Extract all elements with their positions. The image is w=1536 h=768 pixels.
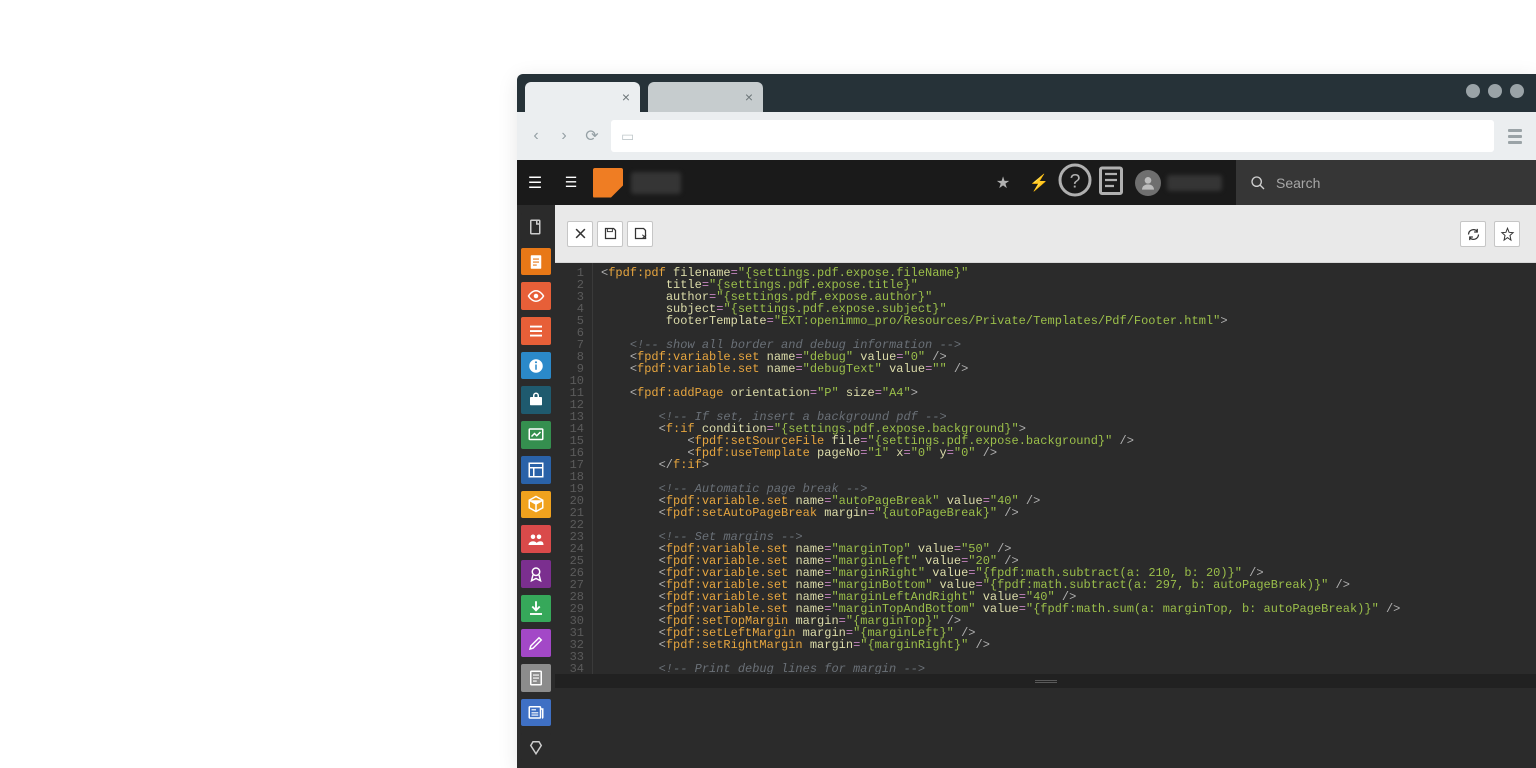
menu-toggle-button[interactable]: ☰ <box>517 173 553 193</box>
sidebar-item-tools[interactable] <box>521 386 551 414</box>
clipboard-icon[interactable] <box>1093 162 1129 203</box>
close-button[interactable] <box>567 221 593 247</box>
code-line[interactable]: <fpdf:setAutoPageBreak margin="{autoPage… <box>601 507 1400 519</box>
browser-tab-inactive[interactable]: × <box>648 82 763 112</box>
code-content[interactable]: <fpdf:pdf filename="{settings.pdf.expose… <box>593 263 1400 674</box>
window-min-icon[interactable] <box>1466 84 1480 98</box>
sidebar-item-download[interactable] <box>521 595 551 623</box>
back-button[interactable]: ‹ <box>527 127 545 145</box>
sidebar-item-edit[interactable] <box>521 629 551 657</box>
browser-tabstrip: × × <box>517 74 1536 112</box>
typo3-logo-icon <box>593 168 623 198</box>
code-line[interactable]: footerTemplate="EXT:openimmo_pro/Resourc… <box>601 315 1400 327</box>
line-gutter: 1234567891011121314151617181920212223242… <box>555 263 593 674</box>
code-line[interactable]: <!-- Print debug lines for margin --> <box>601 663 1400 674</box>
layout-icon <box>527 461 545 479</box>
sidebar-item-doc[interactable] <box>521 664 551 692</box>
sidebar-item-badge[interactable] <box>521 560 551 588</box>
reload-button[interactable]: ⟳ <box>583 126 601 146</box>
sidebar-item-view[interactable] <box>521 282 551 310</box>
save-button[interactable] <box>597 221 623 247</box>
code-line[interactable]: <fpdf:setRightMargin margin="{marginRigh… <box>601 639 1400 651</box>
tools-icon <box>527 391 545 409</box>
badge-icon <box>527 565 545 583</box>
bookmark-button[interactable] <box>1494 221 1520 247</box>
sidebar-item-chart[interactable] <box>521 421 551 449</box>
user-name <box>1167 175 1222 191</box>
app-body: 1234567891011121314151617181920212223242… <box>517 205 1536 768</box>
file-icon <box>527 218 545 236</box>
app-header: ☰ ☰ ★ ⚡ ? <box>517 160 1536 205</box>
content-area: 1234567891011121314151617181920212223242… <box>555 205 1536 768</box>
sidebar-item-file[interactable] <box>521 213 551 241</box>
module-sidebar <box>517 205 555 768</box>
sidebar-item-news[interactable] <box>521 699 551 727</box>
edit-icon <box>527 634 545 652</box>
sidebar-item-users[interactable] <box>521 525 551 553</box>
help-icon[interactable]: ? <box>1057 162 1093 203</box>
svg-text:?: ? <box>1070 171 1081 193</box>
editor-toolbar <box>555 205 1536 263</box>
search-icon <box>1250 175 1266 191</box>
window-controls <box>1466 84 1524 98</box>
sidebar-item-layout[interactable] <box>521 456 551 484</box>
tree-toggle-button[interactable]: ☰ <box>553 174 589 191</box>
sidebar-item-page[interactable] <box>521 248 551 276</box>
code-line[interactable]: <fpdf:addPage orientation="P" size="A4"> <box>601 387 1400 399</box>
panel-splitter[interactable] <box>555 674 1536 688</box>
code-line[interactable]: </f:if> <box>601 459 1400 471</box>
close-icon[interactable]: × <box>622 89 630 105</box>
page-icon <box>527 253 545 271</box>
brand-text <box>631 172 681 194</box>
download-icon <box>527 599 545 617</box>
info-icon <box>527 357 545 375</box>
sidebar-item-list[interactable] <box>521 317 551 345</box>
bottom-panel <box>555 688 1536 768</box>
code-editor[interactable]: 1234567891011121314151617181920212223242… <box>555 263 1536 674</box>
code-line[interactable]: <fpdf:useTemplate pageNo="1" x="0" y="0"… <box>601 447 1400 459</box>
save-close-button[interactable] <box>627 221 653 247</box>
star-icon[interactable]: ★ <box>985 173 1021 193</box>
address-bar[interactable]: ▭ <box>611 120 1494 152</box>
grip-icon <box>1035 680 1057 683</box>
page-icon: ▭ <box>621 128 634 145</box>
chart-icon <box>527 426 545 444</box>
browser-toolbar: ‹ › ⟳ ▭ <box>517 112 1536 160</box>
view-icon <box>527 287 545 305</box>
sidebar-item-package[interactable] <box>521 491 551 519</box>
user-avatar[interactable] <box>1135 170 1161 196</box>
users-icon <box>527 530 545 548</box>
code-line[interactable]: <fpdf:variable.set name="debugText" valu… <box>601 363 1400 375</box>
sidebar-item-clear[interactable] <box>521 733 551 761</box>
clear-icon <box>527 738 545 756</box>
flash-icon[interactable]: ⚡ <box>1021 173 1057 193</box>
list-icon <box>527 322 545 340</box>
browser-menu-button[interactable] <box>1504 125 1526 148</box>
refresh-button[interactable] <box>1460 221 1486 247</box>
window-close-icon[interactable] <box>1510 84 1524 98</box>
window-max-icon[interactable] <box>1488 84 1502 98</box>
search-input[interactable] <box>1276 175 1457 191</box>
search-box[interactable] <box>1236 160 1536 205</box>
news-icon <box>527 703 545 721</box>
sidebar-item-info[interactable] <box>521 352 551 380</box>
close-icon[interactable]: × <box>745 89 753 105</box>
doc-icon <box>527 669 545 687</box>
package-icon <box>527 495 545 513</box>
browser-tab-active[interactable]: × <box>525 82 640 112</box>
forward-button[interactable]: › <box>555 127 573 145</box>
browser-window: × × ‹ › ⟳ ▭ ☰ ☰ ★ ⚡ ? <box>517 74 1536 768</box>
